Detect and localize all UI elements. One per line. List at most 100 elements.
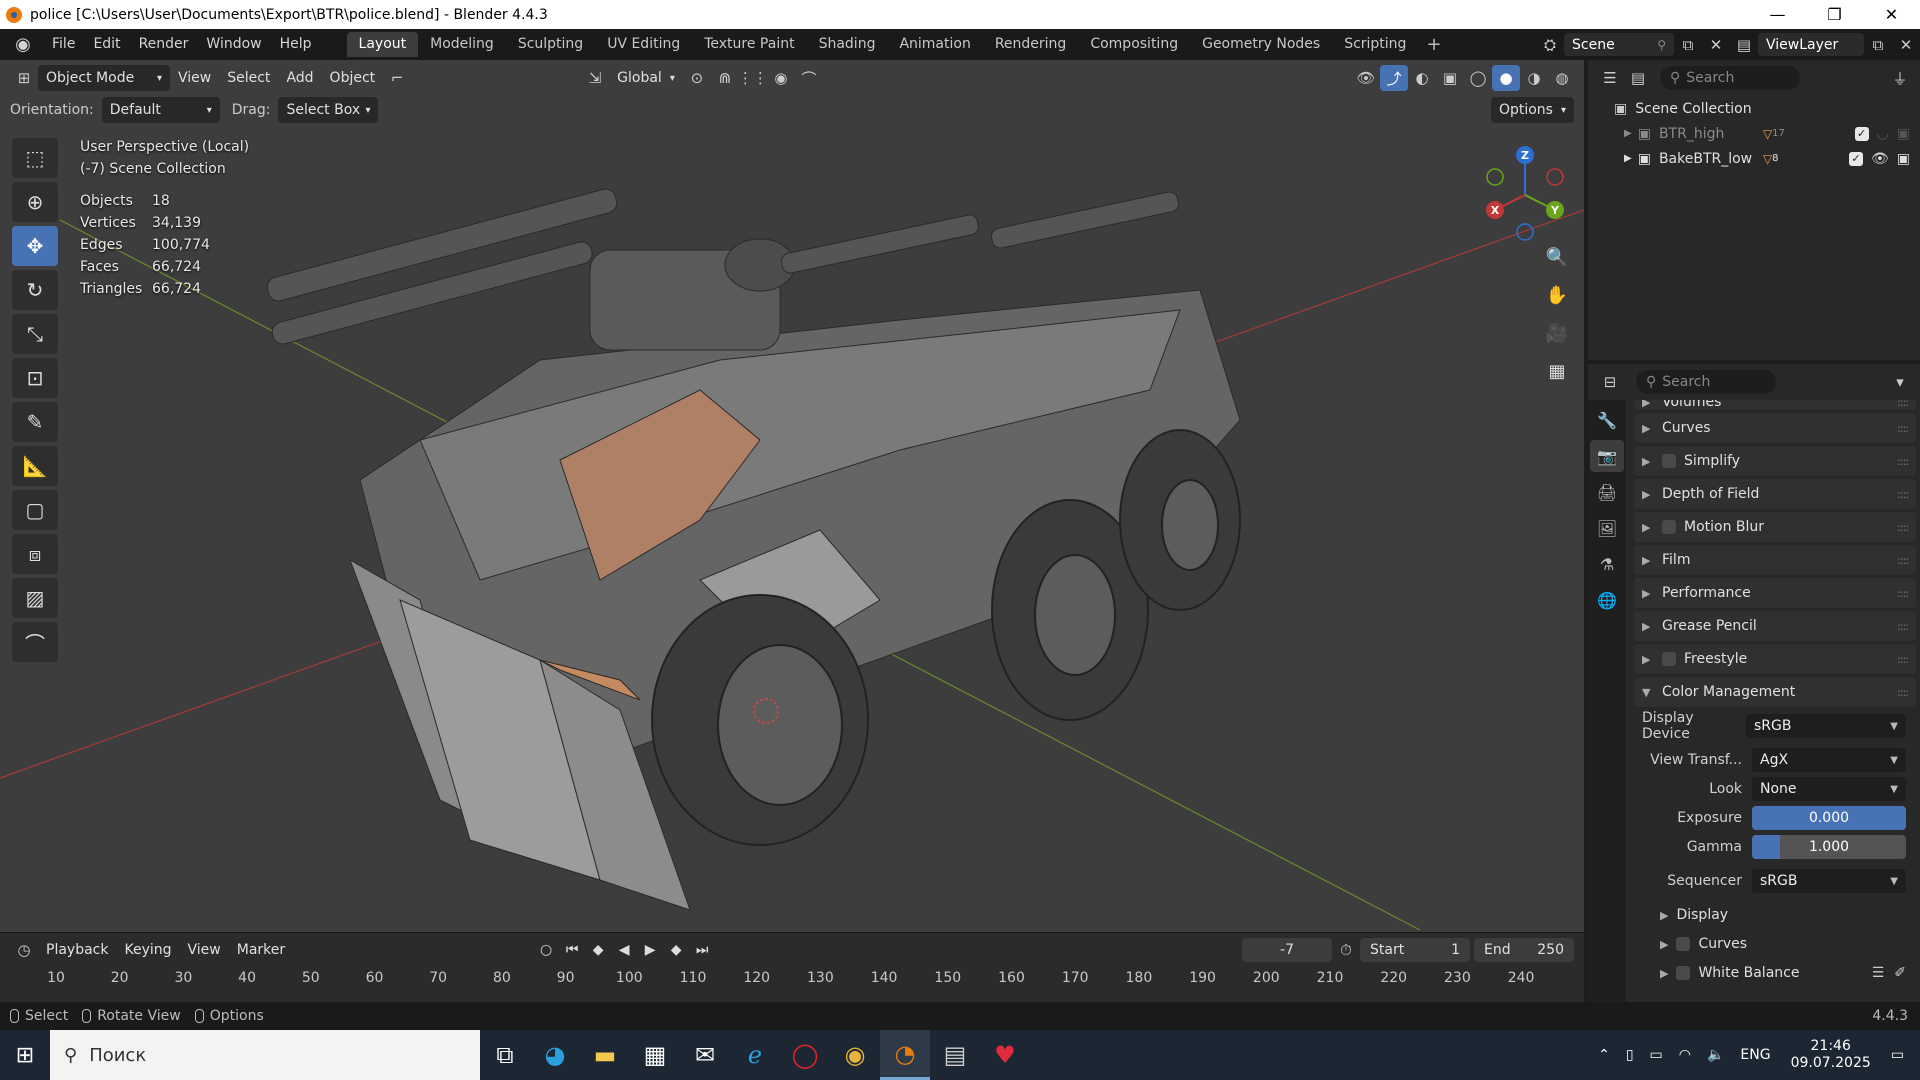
overlays-icon[interactable]: ◐ xyxy=(1408,65,1436,91)
drag-handle-icon[interactable]: :::: xyxy=(1897,587,1909,600)
menu-edit[interactable]: Edit xyxy=(84,29,129,60)
gizmos-icon[interactable]: ⤴ xyxy=(1380,65,1408,91)
transform-tool-icon[interactable]: ⊡ xyxy=(12,358,58,398)
drag-handle-icon[interactable]: :::: xyxy=(1897,521,1909,534)
outliner-editor-icon[interactable]: ☰ xyxy=(1596,65,1624,91)
tab-compositing[interactable]: Compositing xyxy=(1078,32,1190,57)
mail-icon[interactable]: ✉ xyxy=(680,1030,730,1080)
prev-keyframe-icon[interactable]: ◆ xyxy=(585,942,611,958)
blender-logo-icon[interactable]: ◉ xyxy=(12,34,34,56)
menu-render[interactable]: Render xyxy=(130,29,198,60)
display-mode-icon[interactable]: ▤ xyxy=(1624,65,1652,91)
notifications-icon[interactable]: ▭ xyxy=(1891,1047,1904,1063)
device-icon[interactable]: ▯ xyxy=(1626,1047,1634,1063)
add-cube-2-tool-icon[interactable]: ⧈ xyxy=(12,534,58,574)
camera-view-icon[interactable]: 🎥 xyxy=(1540,316,1574,350)
white-balance-checkbox[interactable] xyxy=(1676,966,1691,980)
taskbar-search[interactable]: ⚲ Поиск xyxy=(50,1030,480,1080)
outliner-search[interactable]: ⚲ Search xyxy=(1660,66,1800,90)
falloff-icon[interactable]: ⌒ xyxy=(795,65,823,91)
render-camera-icon[interactable]: ▣ xyxy=(1897,126,1910,142)
properties-search[interactable]: ⚲ Search xyxy=(1636,370,1776,394)
add-workspace-button[interactable]: + xyxy=(1418,34,1449,55)
ortho-grid-icon[interactable]: ▦ xyxy=(1540,354,1574,388)
chevron-down-icon[interactable]: ▾ xyxy=(1886,369,1914,395)
wifi-icon[interactable]: ◠ xyxy=(1679,1047,1691,1063)
navigation-gizmo[interactable]: Z Y X xyxy=(1480,140,1570,250)
new-view-layer-icon[interactable]: ⧉ xyxy=(1864,32,1892,58)
shading-solid-icon[interactable]: ● xyxy=(1492,65,1520,91)
subpanel-display[interactable]: ▶ Display xyxy=(1634,902,1916,928)
start-frame-field[interactable]: Start 1 xyxy=(1360,938,1470,962)
panel-color-management[interactable]: ▼ Color Management:::: xyxy=(1634,677,1916,707)
file-explorer-icon[interactable]: ▬ xyxy=(580,1030,630,1080)
drag-handle-icon[interactable]: :::: xyxy=(1897,620,1909,633)
current-frame-field[interactable]: -7 xyxy=(1242,938,1332,962)
world-tab-icon[interactable]: 🌐 xyxy=(1590,584,1624,616)
outliner-item-btr-high[interactable]: ▶ ▣ BTR_high ▽ 17 ✓ ◡ ▣ xyxy=(1588,121,1920,146)
panel-depth-of-field[interactable]: ▶ Depth of Field:::: xyxy=(1634,479,1916,509)
properties-editor-icon[interactable]: ⊟ xyxy=(1596,369,1624,395)
render-camera-icon[interactable]: ▣ xyxy=(1897,151,1910,167)
pivot-point-icon[interactable]: ⊙ xyxy=(683,65,711,91)
exposure-slider[interactable]: 0.000 xyxy=(1752,806,1906,830)
menu-timeline-view[interactable]: View xyxy=(180,937,229,963)
notepad-icon[interactable]: ▤ xyxy=(930,1030,980,1080)
drag-handle-icon[interactable]: :::: xyxy=(1897,422,1909,435)
tool-tab-icon[interactable]: 🔧 xyxy=(1590,404,1624,436)
tab-layout[interactable]: Layout xyxy=(346,32,419,57)
frame-ruler[interactable]: 10 20 30 40 50 60 70 80 90 100 110 120 130 140 150 160 1… xyxy=(0,967,1584,989)
drag-handle-icon[interactable]: :::: xyxy=(1897,455,1909,468)
exclude-checkbox[interactable]: ✓ xyxy=(1854,126,1869,141)
filter-icon[interactable]: ⏚ xyxy=(1886,65,1914,91)
outliner-scene-collection[interactable]: ▣ Scene Collection xyxy=(1588,96,1920,121)
subpanel-curves[interactable]: ▶ Curves xyxy=(1634,931,1916,957)
timeline-editor-icon[interactable]: ◷ xyxy=(10,937,38,963)
view-layer-icon[interactable]: ▤ xyxy=(1730,32,1758,58)
view-transform-dropdown[interactable]: AgX ▼ xyxy=(1752,748,1906,772)
menu-keying[interactable]: Keying xyxy=(116,937,179,963)
end-frame-field[interactable]: End 250 xyxy=(1474,938,1574,962)
options-dropdown[interactable]: Options ▾ xyxy=(1490,97,1574,123)
move-tool-icon[interactable]: ✥ xyxy=(12,226,58,266)
simplify-checkbox[interactable] xyxy=(1662,454,1676,468)
blender-taskbar-icon[interactable]: ◔ xyxy=(880,1030,930,1080)
hide-eye-icon[interactable]: ◡ xyxy=(1877,126,1889,142)
tab-texture-paint[interactable]: Texture Paint xyxy=(692,32,806,57)
drag-handle-icon[interactable]: :::: xyxy=(1897,653,1909,666)
pan-hand-icon[interactable]: ✋ xyxy=(1540,278,1574,312)
shading-material-icon[interactable]: ◑ xyxy=(1520,65,1548,91)
windows-start-icon[interactable]: ⊞ xyxy=(0,1043,50,1068)
curve-tool-icon[interactable]: ⌒ xyxy=(12,622,58,662)
panel-curves[interactable]: ▶ Curves:::: xyxy=(1634,413,1916,443)
object-mode-dropdown[interactable]: Object Mode ▾ xyxy=(38,65,170,91)
panel-freestyle[interactable]: ▶ Freestyle:::: xyxy=(1634,644,1916,674)
exclude-checkbox[interactable]: ✓ xyxy=(1848,151,1863,166)
language-indicator[interactable]: ENG xyxy=(1740,1047,1770,1063)
output-tab-icon[interactable]: 🖨 xyxy=(1590,476,1624,508)
zoom-icon[interactable]: 🔍 xyxy=(1540,240,1574,274)
pin-icon[interactable]: ⚲ xyxy=(1657,38,1666,52)
panel-grease-pencil[interactable]: ▶ Grease Pencil:::: xyxy=(1634,611,1916,641)
tab-modeling[interactable]: Modeling xyxy=(418,32,506,57)
motion-blur-checkbox[interactable] xyxy=(1662,520,1676,534)
render-tab-icon[interactable]: 📷 xyxy=(1590,440,1624,472)
menu-add[interactable]: Add xyxy=(278,65,321,91)
menu-object[interactable]: Object xyxy=(322,65,384,91)
new-scene-icon[interactable]: ⧉ xyxy=(1674,32,1702,58)
panel-simplify[interactable]: ▶ Simplify:::: xyxy=(1634,446,1916,476)
tab-scripting[interactable]: Scripting xyxy=(1332,32,1418,57)
maximize-button[interactable]: ❐ xyxy=(1806,0,1863,29)
xray-icon[interactable]: ▣ xyxy=(1436,65,1464,91)
menu-marker[interactable]: Marker xyxy=(229,937,293,963)
volume-icon[interactable]: 🔈 xyxy=(1707,1047,1724,1063)
3d-viewport[interactable]: ⊞ Object Mode ▾ View Select Add Object ⌐… xyxy=(0,60,1584,932)
preview-range-icon[interactable]: ⏱ xyxy=(1332,937,1360,963)
view-layer-field[interactable]: ViewLayer xyxy=(1758,33,1864,56)
image-tool-icon[interactable]: ▨ xyxy=(12,578,58,618)
subpanel-white-balance[interactable]: ▶ White Balance ☰ ✐ xyxy=(1634,960,1916,986)
shading-wireframe-icon[interactable]: ◯ xyxy=(1464,65,1492,91)
menu-window[interactable]: Window xyxy=(197,29,270,60)
snap-icon[interactable]: ⋒ xyxy=(711,65,739,91)
orientation-dropdown[interactable]: Default ▾ xyxy=(101,97,220,123)
